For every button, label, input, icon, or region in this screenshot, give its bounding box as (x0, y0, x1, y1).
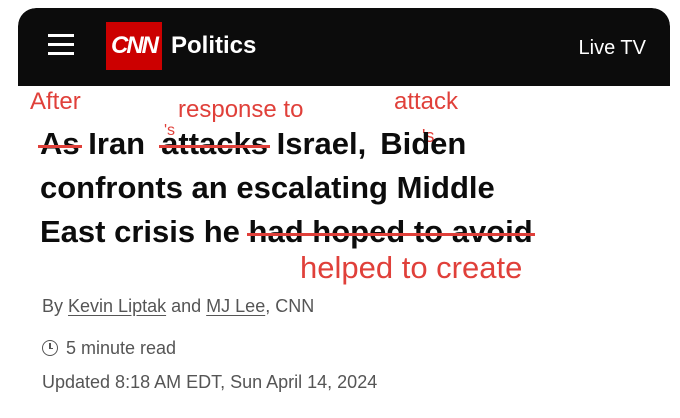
headline-line-1: As Iran attacks Israel, Biden (38, 126, 467, 162)
word-biden: Biden (380, 126, 467, 161)
headline-line-3: East crisis he had hoped to avoid (40, 214, 535, 250)
struck-word-as: As (38, 126, 82, 161)
annotation-after: After (30, 88, 81, 115)
byline-outlet: , CNN (265, 296, 315, 316)
live-tv-link[interactable]: Live TV (579, 36, 646, 60)
updated-timestamp: Updated 8:18 AM EDT, Sun April 14, 2024 (42, 372, 378, 392)
headline-line-3-prefix: East crisis he (40, 214, 240, 249)
section-title[interactable]: Politics (171, 32, 256, 60)
byline: By Kevin Liptak and MJ Lee, CNN (42, 295, 314, 317)
author-link-1[interactable]: Kevin Liptak (68, 296, 166, 316)
struck-phrase: had hoped to avoid (246, 214, 535, 249)
clock-icon (42, 340, 58, 356)
cnn-logo[interactable]: CNN (106, 22, 162, 70)
struck-word-attacks: attacks (159, 126, 270, 161)
annotation-attack: attack (394, 88, 459, 115)
read-time-label: 5 minute read (66, 338, 177, 358)
word-iran: Iran (88, 126, 146, 161)
byline-and: and (171, 296, 202, 316)
top-nav-bar: CNN Politics Live TV (18, 8, 670, 86)
annotation-helped-to-create: helped to create (300, 250, 523, 285)
read-time: 5 minute read (42, 337, 176, 359)
byline-by: By (42, 296, 64, 316)
author-link-2[interactable]: MJ Lee (206, 296, 265, 316)
word-israel: Israel, (276, 126, 367, 161)
article-card: CNN Politics Live TV After response to a… (18, 8, 670, 418)
annotation-response-to: response to (178, 96, 304, 123)
hamburger-menu-icon[interactable] (48, 34, 74, 56)
headline-line-2: confronts an escalating Middle (40, 170, 495, 205)
